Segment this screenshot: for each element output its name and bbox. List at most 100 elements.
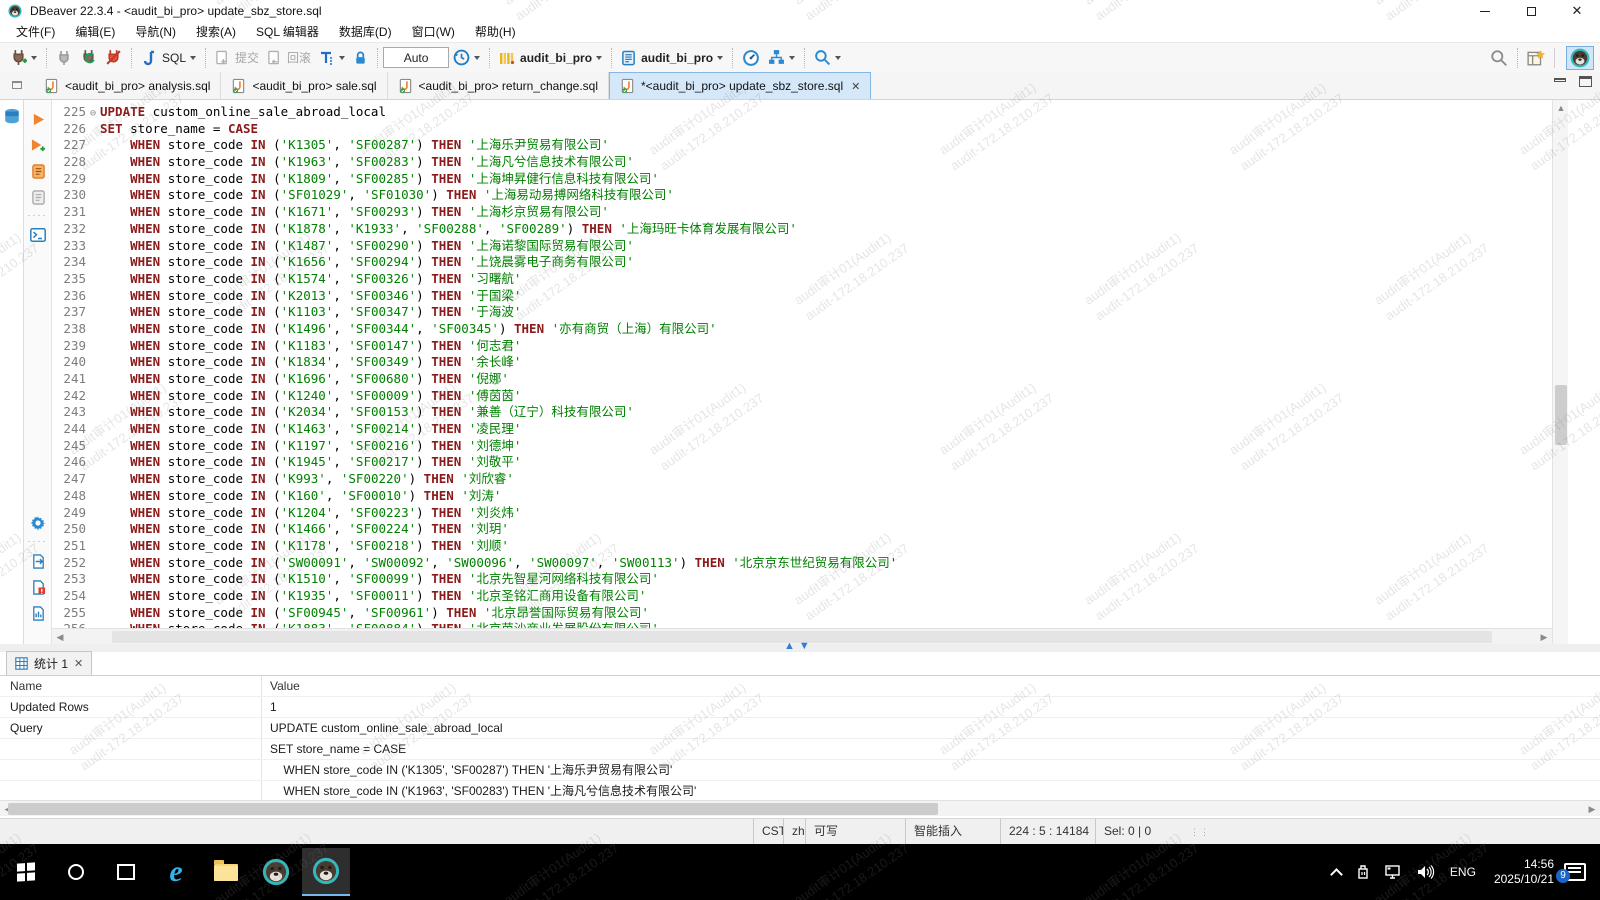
- windows-taskbar: e ENG 14:56 2025/10/21 9: [0, 844, 1600, 900]
- commit-button[interactable]: 提交: [211, 46, 263, 70]
- editor-tab-2[interactable]: <audit_bi_pro> sale.sql: [221, 72, 387, 99]
- menu-item-8[interactable]: 帮助(H): [465, 22, 526, 42]
- sql-keyword: THEN: [431, 438, 461, 453]
- lock-button[interactable]: [349, 46, 372, 70]
- close-icon[interactable]: ✕: [74, 657, 83, 670]
- er-diagram-button[interactable]: [764, 46, 799, 70]
- code-line-253: 253 WHEN store_code IN ('K1510', 'SF0009…: [52, 571, 1552, 588]
- dbeaver-active-taskbar-button[interactable]: [302, 848, 350, 896]
- transaction-mode-button[interactable]: [315, 46, 349, 70]
- quick-search-button[interactable]: [1486, 46, 1512, 70]
- sql-keyword: WHEN: [130, 488, 160, 503]
- editor-tab-4[interactable]: *<audit_bi_pro> update_sbz_store.sql✕: [609, 72, 871, 99]
- plug-disconnect-icon: [105, 49, 122, 66]
- scrollbar-thumb[interactable]: [1555, 385, 1567, 445]
- minimize-editor-button[interactable]: [1554, 78, 1566, 82]
- dashboard-button[interactable]: [738, 46, 764, 70]
- stats-row-1[interactable]: Updated Rows1: [0, 697, 1600, 718]
- transaction-log-button[interactable]: [449, 46, 484, 70]
- sash-down-arrow-icon[interactable]: ▼: [799, 641, 810, 652]
- execute-statement-button[interactable]: [24, 106, 52, 132]
- volume-button[interactable]: [1417, 864, 1435, 880]
- active-database-selector[interactable]: audit_bi_pro: [617, 46, 727, 70]
- search-button[interactable]: [52, 848, 100, 896]
- scroll-right-arrow[interactable]: ▶: [1536, 629, 1552, 645]
- window-maximize-button[interactable]: [1508, 0, 1554, 22]
- stats-row-5[interactable]: WHEN store_code IN ('K1963', 'SF00283') …: [0, 781, 1600, 802]
- menu-item-6[interactable]: 数据库(D): [329, 22, 402, 42]
- editor-vertical-scrollbar[interactable]: ▲: [1552, 100, 1568, 644]
- open-sql-console-button[interactable]: [24, 222, 52, 248]
- sql-string: 'SW00092': [363, 555, 431, 570]
- connection-bars-icon: [499, 50, 515, 66]
- sql-keyword: WHEN: [130, 238, 160, 253]
- stats-horizontal-scrollbar[interactable]: ◀ ▶: [0, 800, 1600, 816]
- stats-row-3[interactable]: SET store_name = CASE: [0, 739, 1600, 760]
- task-view-button[interactable]: [102, 848, 150, 896]
- sash-collapse-controls[interactable]: ▲ ▼: [782, 641, 812, 652]
- menu-item-7[interactable]: 窗口(W): [402, 22, 465, 42]
- stats-row-2[interactable]: QueryUPDATE custom_online_sale_abroad_lo…: [0, 718, 1600, 739]
- sql-code-editor[interactable]: 225⊖UPDATE custom_online_sale_abroad_loc…: [52, 100, 1552, 628]
- dbeaver-taskbar-button[interactable]: [252, 848, 300, 896]
- stats-row-4[interactable]: WHEN store_code IN ('K1305', 'SF00287') …: [0, 760, 1600, 781]
- menu-item-3[interactable]: 导航(N): [125, 22, 186, 42]
- new-connection-button[interactable]: [6, 46, 41, 70]
- explain-plan-button[interactable]: [24, 184, 52, 210]
- sql-editor-toolbar: ···· ····: [24, 100, 52, 644]
- stats-tab[interactable]: 统计 1 ✕: [6, 651, 92, 675]
- maximize-editor-button[interactable]: [1579, 76, 1592, 87]
- rollback-button[interactable]: 回滚: [263, 46, 315, 70]
- active-connection-selector[interactable]: audit_bi_pro: [495, 46, 606, 70]
- network-display-icon: [1385, 864, 1403, 880]
- editor-tab-1[interactable]: <audit_bi_pro> analysis.sql: [34, 72, 221, 99]
- autocommit-combo[interactable]: Auto: [383, 47, 449, 68]
- sash-up-arrow-icon[interactable]: ▲: [784, 641, 795, 652]
- menu-item-2[interactable]: 编辑(E): [65, 22, 125, 42]
- window-minimize-button[interactable]: [1462, 0, 1508, 22]
- reconnect-button[interactable]: [76, 46, 101, 70]
- sql-text: (: [266, 137, 281, 152]
- sql-string: 'SF01030': [363, 187, 431, 202]
- validation-log-button[interactable]: [24, 574, 52, 600]
- scroll-up-arrow[interactable]: ▲: [1553, 100, 1569, 116]
- close-icon[interactable]: ✕: [851, 80, 860, 93]
- open-perspective-button[interactable]: [1523, 46, 1549, 70]
- menu-item-4[interactable]: 搜索(A): [186, 22, 246, 42]
- menu-item-5[interactable]: SQL 编辑器: [246, 22, 329, 42]
- taskbar-clock[interactable]: 14:56 2025/10/21: [1494, 857, 1554, 887]
- start-button[interactable]: [2, 848, 50, 896]
- restore-panel-button[interactable]: [0, 71, 34, 99]
- execute-script-button[interactable]: [24, 158, 52, 184]
- scroll-right-arrow[interactable]: ▶: [1584, 801, 1600, 817]
- sql-text: ): [416, 338, 431, 353]
- editor-settings-button[interactable]: [24, 510, 52, 536]
- sql-keyword: UPDATE: [100, 104, 145, 119]
- usb-device-button[interactable]: [1355, 864, 1371, 880]
- dbeaver-perspective-button[interactable]: [1566, 46, 1594, 70]
- line-number: 235: [52, 271, 86, 288]
- scrollbar-thumb[interactable]: [8, 803, 938, 815]
- input-language-indicator[interactable]: ENG: [1450, 865, 1476, 879]
- editor-tab-3[interactable]: <audit_bi_pro> return_change.sql: [388, 72, 609, 99]
- disconnect-button[interactable]: [101, 46, 126, 70]
- sql-editor-button[interactable]: SQL: [137, 46, 200, 70]
- sql-string: 'SF00326': [348, 271, 416, 286]
- execute-in-new-tab-button[interactable]: [24, 132, 52, 158]
- action-center-button[interactable]: 9: [1564, 863, 1586, 881]
- sql-string: '刘德坤': [469, 438, 522, 453]
- tray-expand-button[interactable]: [1332, 866, 1341, 879]
- network-button[interactable]: [1385, 864, 1403, 880]
- collapsed-database-navigator[interactable]: [0, 100, 24, 644]
- connect-button[interactable]: [52, 46, 76, 70]
- scroll-left-arrow[interactable]: ◀: [52, 629, 68, 645]
- search-menu-button[interactable]: [810, 46, 845, 70]
- export-result-button[interactable]: [24, 548, 52, 574]
- file-explorer-button[interactable]: [202, 848, 250, 896]
- output-log-button[interactable]: [24, 600, 52, 626]
- editor-panel-sash[interactable]: ▲ ▼: [0, 644, 1600, 652]
- sql-keyword: WHEN: [130, 304, 160, 319]
- menu-item-1[interactable]: 文件(F): [6, 22, 65, 42]
- internet-explorer-button[interactable]: e: [152, 848, 200, 896]
- window-close-button[interactable]: ✕: [1554, 0, 1600, 22]
